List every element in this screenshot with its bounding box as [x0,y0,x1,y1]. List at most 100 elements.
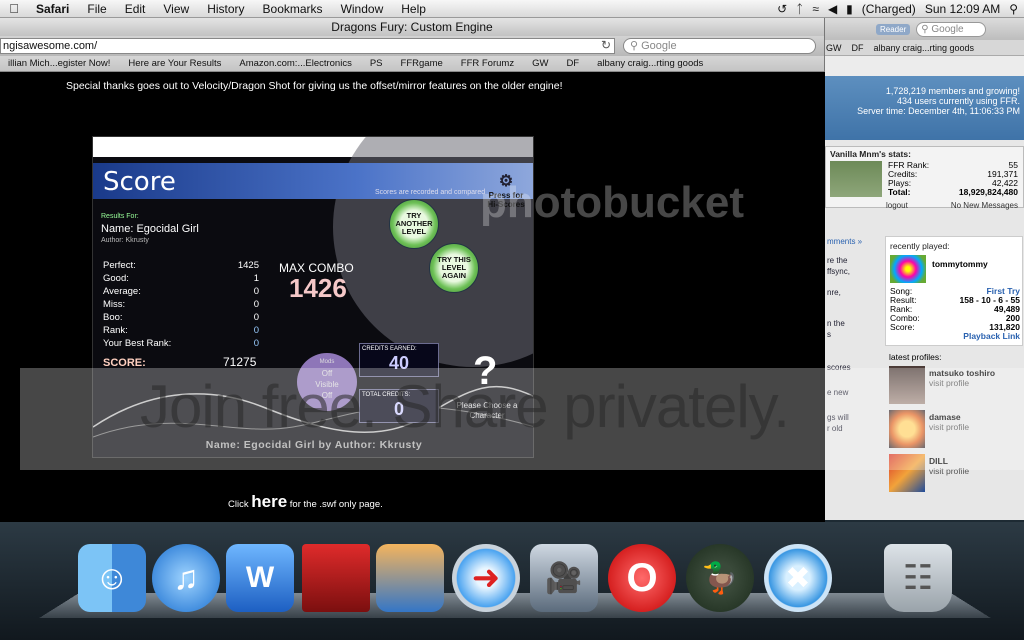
word-icon[interactable]: W [226,544,294,612]
reload-icon[interactable]: ↻ [601,38,611,52]
result-value: 1 [253,273,259,284]
result-value: 0 [253,299,259,310]
members-count: 1,728,219 members and growing! [885,86,1020,96]
watermark-text: Join free. Share privately. [140,373,790,440]
safari-icon[interactable]: ➜ [452,544,520,612]
result-label: Average: [103,286,141,297]
recent-table: Song: First Try Result: 158 - 10 - 6 - 55 … [890,287,1020,341]
adium-icon[interactable]: 🦆 [686,544,754,612]
iphoto-icon[interactable] [376,544,444,612]
bg-bookmark[interactable]: albany craig...rting goods [874,43,975,53]
reader-button[interactable]: Reader [876,23,911,35]
result-value: 0 [253,338,259,349]
window-title[interactable]: Dragons Fury: Custom Engine [0,18,824,36]
clock[interactable]: Sun 12:09 AM [925,2,1000,16]
address-bar[interactable]: ngisawesome.com/ [0,38,615,54]
search-input[interactable]: ⚲ Google [623,38,816,54]
stats-title: Vanilla Mnm's stats: [830,149,911,159]
news-fragment[interactable]: mments » [827,236,881,247]
menu-help[interactable]: Help [392,2,435,16]
volume-icon[interactable]: ◀ [828,2,837,16]
time-machine-icon[interactable]: ↺ [777,2,787,16]
user-photo [830,161,882,197]
menu-file[interactable]: File [78,2,115,16]
swf-link-line: Click here for the .swf only page. [228,492,383,512]
bookmark-item[interactable]: albany craig...rting goods [589,58,713,69]
finder-icon[interactable]: ☺ [78,544,146,612]
score-title: Score [103,167,176,197]
url-toolbar: ngisawesome.com/ ↻ ⚲ Google [0,36,824,56]
max-combo-value: 1426 [289,273,347,303]
result-label: Rank: [103,325,128,336]
user-avatar[interactable] [890,255,926,283]
recorded-note: Scores are recorded and compared [375,189,486,196]
result-label: Good: [103,273,129,284]
user-stats-panel: Vanilla Mnm's stats: FFR Rank: 55 Credits… [825,146,1024,210]
menu-bar:  Safari File Edit View History Bookmark… [0,0,1024,18]
menu-view[interactable]: View [154,2,198,16]
result-label: Miss: [103,299,126,310]
results-table: Perfect: 1425 Good: 1 Average: 0 Miss: 0 Boo… [103,259,259,350]
ffr-header: 1,728,219 members and growing! 434 users… [825,76,1024,140]
bookmark-item[interactable]: GW [524,58,558,69]
recent-label: Score: [890,322,915,332]
bg-toolbar: Reader ⚲ Google [820,18,1024,40]
menu-window[interactable]: Window [332,2,393,16]
news-fragment: nre, [827,288,841,297]
bookmark-item[interactable]: FFR Forumz [453,58,524,69]
menu-app[interactable]: Safari [28,2,78,16]
try-another-level-button[interactable]: TRY ANOTHER LEVEL [389,199,439,249]
result-value: 0 [253,312,259,323]
recently-played-panel: recently played: tommytommy Song: First T… [885,236,1023,346]
bluetooth-icon[interactable]: ᛏ [796,2,803,16]
photobucket-logo: photobucket [480,178,744,227]
photo-booth-icon[interactable] [302,544,370,612]
footer-post: for the .swf only page. [289,499,383,510]
latest-title: latest profiles: [889,352,942,362]
footer-pre: Click [228,499,249,510]
bg-bookmark[interactable]: GW [826,43,842,53]
battery-icon[interactable]: ▮ [846,2,853,16]
thanks-text: Special thanks goes out to Velocity/Drag… [66,80,563,92]
bg-bookmark[interactable]: DF [852,43,864,53]
playback-link[interactable]: Playback Link [933,332,1020,341]
wifi-icon[interactable]: ≈ [812,2,819,16]
bookmark-item[interactable]: FFRgame [393,58,453,69]
opera-icon[interactable]: O [608,544,676,612]
mods-label: Mods [319,359,335,365]
messages-link[interactable]: No New Messages [951,201,1018,210]
bookmarks-bar: illian Mich...egister Now! Here are Your… [0,56,824,72]
bookmark-item[interactable]: Amazon.com:...Electronics [231,58,361,69]
apple-menu-icon[interactable]:  [0,1,28,16]
try-level-again-button[interactable]: TRY THIS LEVEL AGAIN [429,243,479,293]
menu-history[interactable]: History [198,2,253,16]
itunes-icon[interactable]: ♫ [152,544,220,612]
news-fragment: re the [827,256,848,265]
bookmark-item[interactable]: DF [558,58,589,69]
stat-label: Total: [888,187,911,197]
swf-only-link[interactable]: here [251,492,287,511]
search-placeholder: Google [641,40,677,52]
imovie-icon[interactable]: 🎥 [530,544,598,612]
news-fragment: n the [827,319,845,328]
result-value: 0 [253,286,259,297]
news-fragment: ffsync, [827,267,850,276]
bookmark-item[interactable]: PS [362,58,393,69]
xcode-icon[interactable]: ✖ [764,544,832,612]
users-online: 434 users currently using FFR. [896,96,1020,106]
stat-value: 18,929,824,480 [958,187,1018,197]
result-value: 1425 [237,260,259,271]
trash-icon[interactable]: ☷ [884,544,952,612]
spotlight-icon[interactable]: ⚲ [1009,2,1018,16]
menu-bookmarks[interactable]: Bookmarks [254,2,332,16]
bookmark-item[interactable]: Here are Your Results [120,58,231,69]
recent-username[interactable]: tommytommy [932,259,988,269]
bookmark-item[interactable]: illian Mich...egister Now! [0,58,120,69]
try-again-label: TRY THIS LEVEL AGAIN [437,255,471,280]
news-fragment: s [827,330,831,339]
battery-status: (Charged) [861,2,916,16]
menu-edit[interactable]: Edit [116,2,155,16]
recent-title: recently played: [890,241,950,251]
logout-link[interactable]: logout [886,201,908,210]
bg-search-input[interactable]: ⚲ Google [916,21,987,37]
